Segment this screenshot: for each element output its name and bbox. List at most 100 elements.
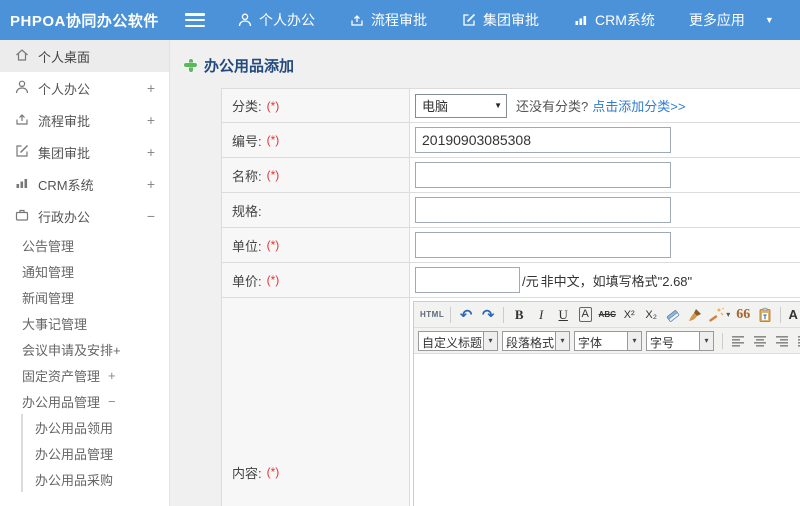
name-input[interactable] [415,162,671,188]
blockquote-button[interactable]: 66 [733,305,753,325]
category-select[interactable]: 电脑 ▼ [415,93,507,118]
redo-icon[interactable]: ↷ [478,305,498,325]
editor-content-area[interactable] [414,354,800,506]
expand-plus-icon[interactable]: + [147,176,155,192]
align-center-icon[interactable] [750,331,770,351]
undo-icon[interactable]: ↶ [456,305,476,325]
sidebar-item-office-supplies-mgmt[interactable]: 办公用品管理 − [0,388,169,414]
add-category-link[interactable]: 点击添加分类>> [592,96,685,115]
sidebar-item-memorabilia-mgmt[interactable]: 大事记管理 [0,310,169,336]
price-input[interactable] [415,267,520,293]
sidebar-item-supplies-claim[interactable]: 办公用品领用 [23,414,169,440]
collapse-minus-icon[interactable]: − [108,394,116,409]
nav-label: 个人办公 [259,12,315,28]
auto-typeset-wand-icon[interactable]: ▾ [707,305,731,325]
code-label: 编号: [232,133,262,149]
align-justify-icon[interactable] [794,331,800,351]
sidebar-item-announcement-mgmt[interactable]: 公告管理 [0,232,169,258]
user-icon [14,79,38,98]
paste-as-text-clipboard-icon[interactable] [755,305,775,325]
export-icon [14,111,38,130]
page-title-text: 办公用品添加 [204,57,295,75]
sidebar-item-meeting-request[interactable]: 会议申请及安排+ [0,336,169,362]
sidebar-item-supplies-manage[interactable]: 办公用品管理 [23,440,169,466]
sidebar-item-crm-system[interactable]: CRM系统 + [0,168,169,200]
font-family-select[interactable]: 字体 ▾ [574,330,642,351]
chevron-down-icon: ▾ [484,330,498,351]
align-right-icon[interactable] [772,331,792,351]
sidebar-item-personal-office[interactable]: 个人办公 + [0,72,169,104]
subscript-button[interactable]: X₂ [641,305,661,325]
no-category-hint: 还没有分类? [516,99,589,114]
superscript-button[interactable]: X² [619,305,639,325]
sidebar-item-fixed-assets-mgmt[interactable]: 固定资产管理 + [0,362,169,388]
bar-chart-icon [573,12,589,28]
export-icon [349,12,365,28]
main-content: 办公用品添加 分类: (*) 电脑 ▼ 还没有分类? 点击添加分类>> 编号: (*… [170,40,800,506]
more-apps-caret-icon[interactable]: ▼ [765,15,774,25]
sidebar-item-news-mgmt[interactable]: 新闻管理 [0,284,169,310]
sidebar-item-workflow-approval[interactable]: 流程审批 + [0,104,169,136]
align-left-icon[interactable] [728,331,748,351]
sidebar-item-admin-office[interactable]: 行政办公 − [0,200,169,232]
unit-label: 单位: [232,238,262,254]
briefcase-icon [14,207,38,226]
expand-plus-icon[interactable]: + [147,112,155,128]
chevron-down-icon: ▼ [494,101,502,110]
nav-crm-system[interactable]: CRM系统 [573,10,655,30]
spec-input[interactable] [415,197,671,223]
app-logo: PHPOA协同办公软件 [10,12,159,30]
edit-icon [14,143,38,162]
nav-more-apps[interactable]: 更多应用 [689,10,745,30]
admin-office-submenu: 公告管理 通知管理 新闻管理 大事记管理 会议申请及安排+ 固定资产管理 + 办… [0,232,169,492]
required-marker: (*) [266,133,280,147]
sidebar-item-supplies-purchase[interactable]: 办公用品采购 [23,466,169,492]
form-row-price: 单价: (*) /元 非中文，如填写格式"2.68" [222,263,800,298]
unit-input[interactable] [415,232,671,258]
category-select-value: 电脑 [422,99,449,114]
nav-group-approval[interactable]: 集团审批 [461,10,539,30]
required-marker: (*) [266,98,280,113]
form-row-unit: 单位: (*) [222,228,800,263]
char-border-button[interactable]: A [575,305,595,325]
bar-chart-icon [14,175,38,194]
expand-plus-icon[interactable]: + [108,368,116,383]
form-row-content: 内容: (*) HTML ↶ ↷ B I U A ABC X² X₂ ▾ 66 … [222,298,800,506]
nav-workflow-approval[interactable]: 流程审批 [349,10,427,30]
expand-plus-icon[interactable]: + [147,144,155,160]
nav-label: 集团审批 [483,12,539,28]
italic-button[interactable]: I [531,305,551,325]
eraser-icon[interactable] [663,305,683,325]
bold-button[interactable]: B [509,305,529,325]
nav-personal-office[interactable]: 个人办公 [237,10,315,30]
nav-label: 流程审批 [371,12,427,28]
hamburger-menu-icon[interactable] [185,13,205,27]
code-input[interactable] [415,127,671,153]
required-marker: (*) [266,168,280,182]
format-brush-icon[interactable] [685,305,705,325]
expand-plus-icon[interactable]: + [147,80,155,96]
underline-button[interactable]: U [553,305,573,325]
strikethrough-button[interactable]: ABC [597,305,617,325]
sidebar-item-personal-desktop[interactable]: 个人桌面 [0,40,169,72]
office-supplies-submenu: 办公用品领用 办公用品管理 办公用品采购 [21,414,169,492]
collapse-minus-icon[interactable]: − [147,208,155,224]
sidebar-item-group-approval[interactable]: 集团审批 + [0,136,169,168]
sidebar-item-notice-mgmt[interactable]: 通知管理 [0,258,169,284]
required-marker: (*) [266,465,280,479]
source-code-button[interactable]: HTML [419,305,445,325]
content-label: 内容: [232,465,262,481]
font-size-select[interactable]: 字号 ▾ [646,330,714,351]
add-icon [184,58,197,72]
category-label: 分类: [232,99,262,114]
nav-label: CRM系统 [595,12,655,28]
custom-heading-select[interactable]: 自定义标题 ▾ [418,330,498,351]
font-color-button[interactable]: A▾ [786,305,800,325]
price-unit-suffix: /元 [522,273,539,289]
paragraph-format-select[interactable]: 段落格式 ▾ [502,330,570,351]
price-label: 单价: [232,273,262,289]
form-row-category: 分类: (*) 电脑 ▼ 还没有分类? 点击添加分类>> [222,89,800,123]
spec-label: 规格: [232,203,262,219]
editor-toolbar-row-1: HTML ↶ ↷ B I U A ABC X² X₂ ▾ 66 A [414,302,800,328]
name-label: 名称: [232,168,262,184]
